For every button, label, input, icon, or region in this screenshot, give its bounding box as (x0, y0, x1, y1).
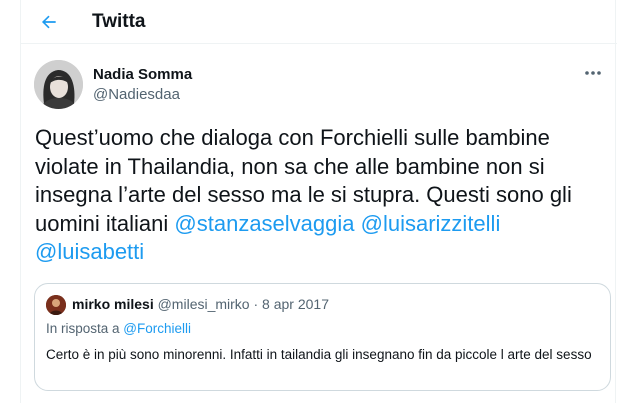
top-bar: Twitta (21, 0, 617, 44)
mention-link[interactable]: @luisabetti (35, 239, 144, 264)
quoted-header: mirko milesi @milesi_mirko · 8 apr 2017 (72, 296, 329, 312)
avatar[interactable] (34, 60, 83, 109)
avatar-image (34, 60, 83, 109)
quoted-author-handle[interactable]: @milesi_mirko (158, 296, 250, 312)
arrow-left-icon (41, 15, 56, 29)
quoted-avatar-image (46, 295, 66, 315)
tweet-text: Quest’uomo che dialoga con Forchielli su… (35, 124, 610, 267)
tweet-text-line: @luisabetti (35, 238, 610, 267)
tweet-text-line: insegna l’arte del sesso ma le si stupra… (35, 182, 572, 207)
quoted-author-name[interactable]: mirko milesi (72, 296, 154, 312)
tweet-text-line: violate in Thailandia, non sa che alle b… (35, 153, 545, 179)
reply-to-mention[interactable]: @Forchielli (123, 321, 191, 336)
quoted-date[interactable]: 8 apr 2017 (262, 296, 329, 312)
tweet-text-fragment: uomini italiani (35, 210, 175, 236)
author-handle[interactable]: @Nadiesdaa (93, 86, 180, 103)
page-title: Twitta (92, 11, 146, 32)
quoted-text: Certo è in più sono minorenni. Infatti i… (46, 347, 592, 362)
reply-prefix: In risposta a (46, 321, 124, 336)
reply-context: In risposta a @Forchielli (46, 321, 191, 336)
more-horizontal-icon (585, 71, 601, 75)
main-column: Twitta Nadia Somma @Nadiesdaa Quest’uomo… (20, 0, 617, 403)
quoted-separator: · (253, 296, 259, 312)
mention-link[interactable]: @luisarizzitelli (361, 211, 501, 236)
mention-link[interactable]: @stanzaselvaggia (174, 211, 354, 236)
author-name[interactable]: Nadia Somma (93, 66, 192, 83)
back-button[interactable] (35, 8, 63, 36)
quoted-avatar[interactable] (46, 295, 66, 315)
tweet-text-line: uomini italiani @stanzaselvaggia @luisar… (35, 210, 610, 239)
more-button[interactable] (581, 66, 605, 80)
quoted-tweet[interactable]: mirko milesi @milesi_mirko · 8 apr 2017 … (34, 283, 611, 391)
tweet-text-line: Quest’uomo che dialoga con Forchielli su… (35, 125, 550, 150)
